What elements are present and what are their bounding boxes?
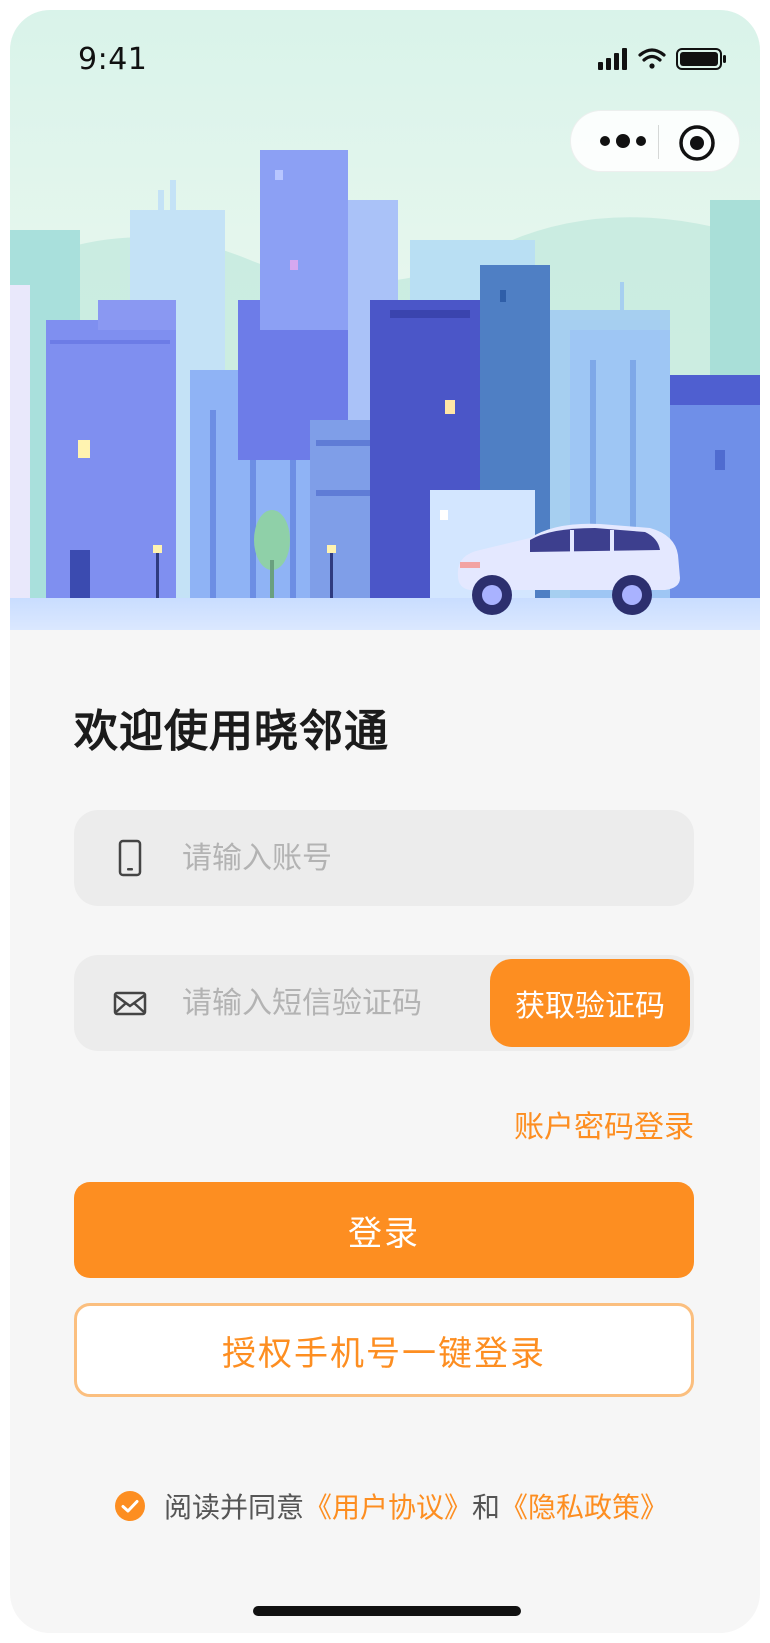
status-time: 9:41 — [78, 42, 148, 77]
sms-code-input[interactable] — [182, 955, 472, 1051]
checkbox-checked-icon[interactable] — [114, 1490, 146, 1522]
account-input[interactable] — [182, 810, 472, 906]
phone-auth-login-button[interactable]: 授权手机号一键登录 — [74, 1303, 694, 1397]
more-dots-icon[interactable] — [595, 126, 651, 156]
target-circle-icon[interactable] — [677, 123, 717, 163]
user-agreement-link[interactable]: 《用户协议》 — [304, 1486, 472, 1526]
agreement-row: 阅读并同意 《用户协议》 和 《隐私政策》 — [114, 1486, 668, 1526]
sms-code-field: 获取验证码 — [74, 955, 694, 1051]
agreement-and: 和 — [472, 1491, 501, 1524]
mail-icon — [113, 991, 147, 1016]
account-field — [74, 810, 694, 906]
city-illustration — [10, 10, 760, 630]
capsule-divider — [658, 125, 659, 159]
battery-icon — [676, 48, 726, 70]
password-login-link[interactable]: 账户密码登录 — [514, 1102, 694, 1146]
wifi-icon — [638, 48, 666, 69]
get-code-button[interactable]: 获取验证码 — [490, 959, 690, 1047]
status-icons — [598, 46, 730, 72]
privacy-policy-link[interactable]: 《隐私政策》 — [500, 1486, 668, 1526]
phone-icon — [118, 839, 142, 877]
phone-screen: 9:41 欢迎使用晓邻通 请输入账号 请输入短信验证码 获取验证码 账户密码登录… — [10, 10, 760, 1633]
mini-program-capsule — [570, 110, 740, 172]
login-button[interactable]: 登录 — [74, 1182, 694, 1278]
page-title: 欢迎使用晓邻通 — [74, 706, 389, 757]
signal-icon — [598, 48, 627, 70]
agreement-prefix: 阅读并同意 — [164, 1491, 305, 1524]
home-indicator — [253, 1606, 521, 1616]
